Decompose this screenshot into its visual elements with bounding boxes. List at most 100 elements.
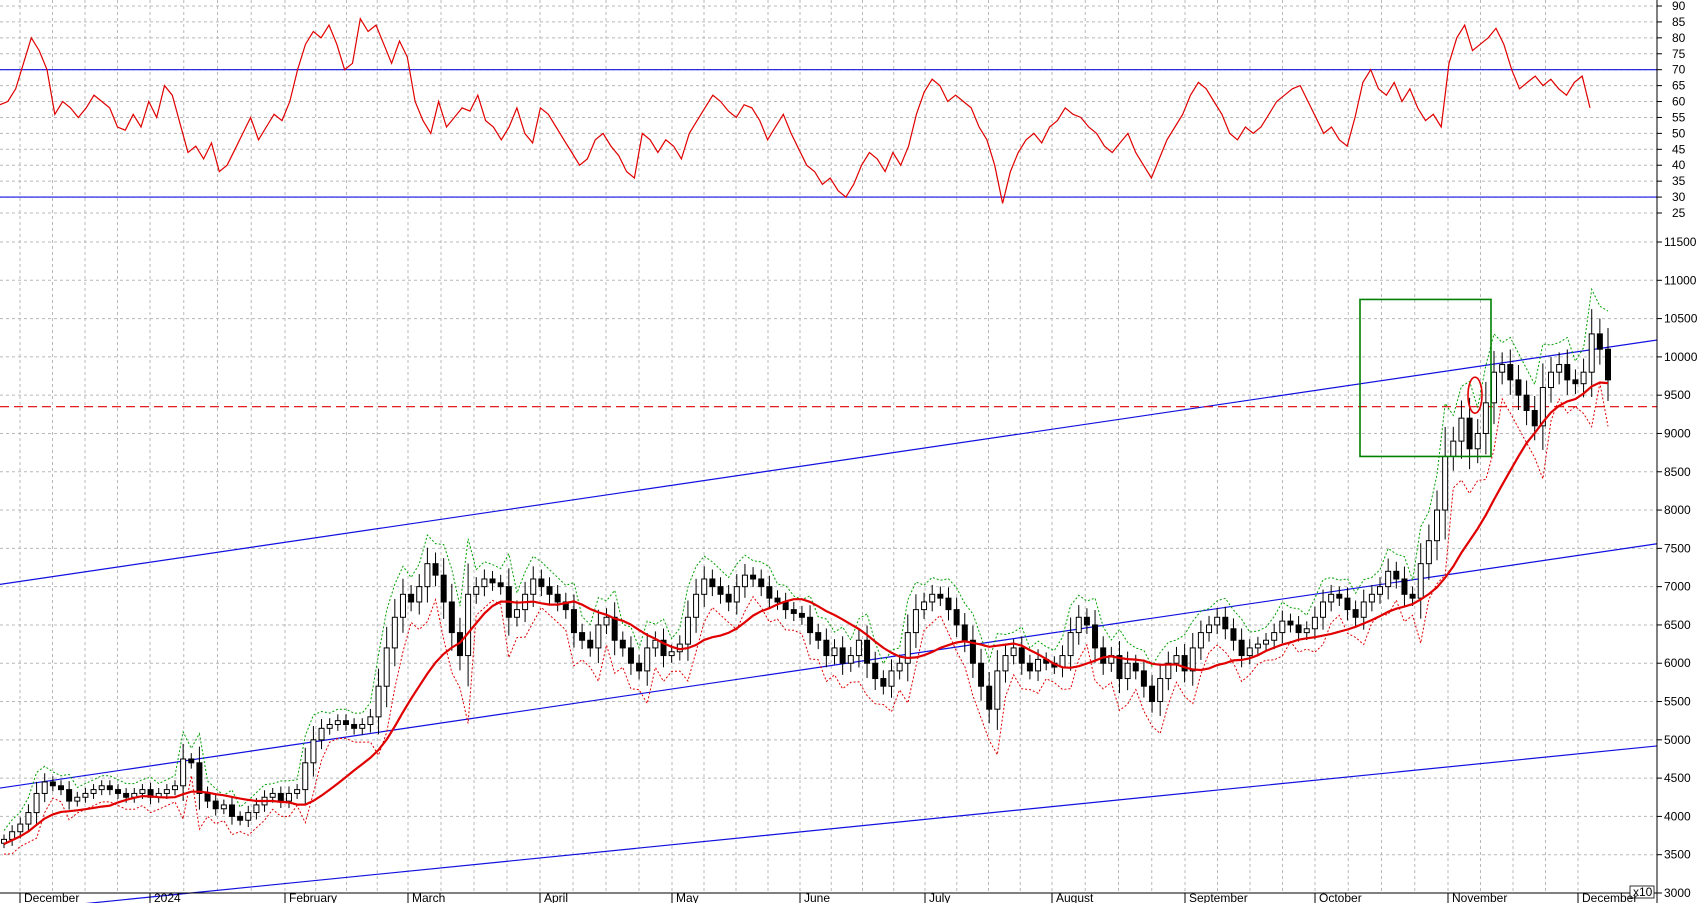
candle-body [106, 785, 113, 791]
candle-body [880, 678, 887, 687]
candle-body [17, 823, 24, 833]
candle-body [188, 758, 195, 764]
month-label: October [1319, 891, 1362, 903]
candle-body [228, 804, 235, 817]
candle-body [171, 785, 178, 791]
candle-body [359, 724, 366, 729]
candle-body [1092, 624, 1099, 649]
candle-body [1450, 440, 1457, 457]
rsi-tick-label: 75 [1672, 47, 1686, 61]
candle-body [1010, 647, 1017, 657]
candle-body [123, 792, 130, 798]
candle-body [1409, 593, 1416, 599]
month-label: April [544, 891, 568, 903]
rsi-tick-label: 40 [1672, 158, 1686, 172]
candle-body [912, 609, 919, 634]
candle-body [302, 762, 309, 791]
candle-body [815, 632, 822, 641]
candle-body [1368, 593, 1375, 603]
rsi-tick-label: 70 [1672, 63, 1686, 77]
candle-body [139, 789, 146, 794]
candle-body [1246, 647, 1253, 657]
price-tick-label: 7000 [1664, 580, 1691, 594]
candle-body [1482, 402, 1489, 434]
candle-body [432, 563, 439, 576]
candle-body [717, 586, 724, 595]
candle-body [1491, 371, 1498, 404]
month-label: September [1189, 891, 1248, 903]
candle-body [961, 624, 968, 641]
candle-body [684, 616, 691, 645]
candle-body [855, 639, 862, 657]
month-label: May [676, 891, 699, 903]
candle-body [424, 563, 431, 588]
candle-body [1442, 455, 1449, 511]
rsi-tick-label: 65 [1672, 79, 1686, 93]
candle-body [1344, 597, 1351, 611]
candle-body [82, 792, 89, 798]
month-label: August [1056, 891, 1094, 903]
candle-body [733, 586, 740, 603]
candle-body [1466, 417, 1473, 450]
candle-body [872, 662, 879, 680]
candle-body [758, 578, 765, 588]
candle-body [847, 655, 854, 664]
candle-body [709, 578, 716, 588]
price-tick-label: 3000 [1664, 886, 1691, 900]
rsi-tick-label: 45 [1672, 142, 1686, 156]
month-label: December [1582, 891, 1637, 903]
candle-body [978, 662, 985, 687]
month-label: November [1452, 891, 1507, 903]
candle-body [220, 804, 227, 810]
candle-body [49, 781, 56, 787]
candle-body [269, 792, 276, 798]
month-label: March [412, 891, 445, 903]
price-tick-label: 4500 [1664, 771, 1691, 785]
rsi-tick-label: 55 [1672, 110, 1686, 124]
candle-body [1303, 628, 1310, 634]
candle-body [285, 792, 292, 802]
candle-body [1287, 620, 1294, 626]
price-tick-label: 3500 [1664, 848, 1691, 862]
candle-body [1458, 417, 1465, 442]
candle-body [1100, 647, 1107, 664]
candle-body [929, 593, 936, 603]
candle-body [310, 739, 317, 764]
price-tick-label: 11000 [1664, 273, 1697, 287]
price-tick-label: 9500 [1664, 388, 1691, 402]
rsi-tick-label: 60 [1672, 95, 1686, 109]
candle-body [1238, 639, 1245, 657]
candle-body [587, 639, 594, 649]
candle-body [953, 609, 960, 626]
candle-body [807, 616, 814, 634]
candle-body [750, 574, 757, 580]
candle-body [831, 647, 838, 657]
candle-body [1556, 364, 1563, 373]
candle-body [1295, 624, 1302, 634]
candle-body [1417, 563, 1424, 599]
candle-body [1588, 333, 1595, 373]
candle-body [1254, 643, 1261, 649]
candle-body [294, 789, 301, 794]
candle-body [1230, 628, 1237, 641]
candle-body [1531, 409, 1538, 427]
candle-body [1018, 647, 1025, 664]
rsi-tick-label: 50 [1672, 126, 1686, 140]
candle-body [798, 612, 805, 618]
rsi-tick-label: 80 [1672, 31, 1686, 45]
candle-body [399, 593, 406, 618]
candle-body [204, 792, 211, 802]
candle-body [1279, 620, 1286, 634]
candle-body [1075, 616, 1082, 634]
candle-body [253, 804, 260, 814]
candle-body [725, 593, 732, 603]
candle-body [864, 639, 871, 664]
candle-body [538, 578, 545, 588]
candle-body [489, 578, 496, 584]
candle-body [473, 586, 480, 595]
candle-body [33, 792, 40, 814]
candle-body [546, 586, 553, 595]
candle-body [212, 800, 219, 810]
candle-body [391, 616, 398, 649]
candle-body [611, 616, 618, 641]
